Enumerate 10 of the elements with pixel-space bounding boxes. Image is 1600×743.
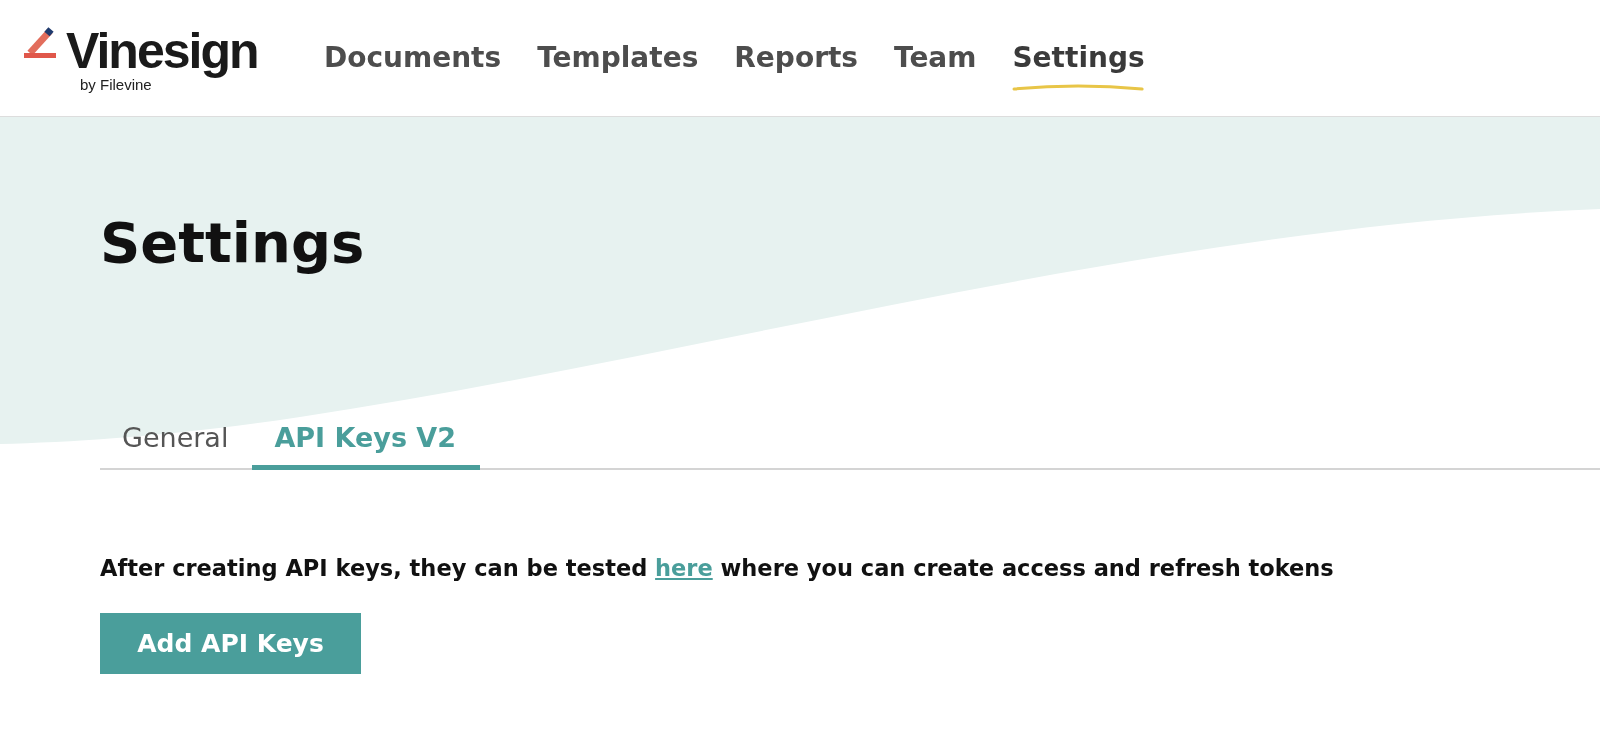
nav-link[interactable]: Reports — [734, 40, 858, 76]
nav-link[interactable]: Team — [894, 40, 977, 76]
page-title: Settings — [100, 209, 366, 277]
settings-tab[interactable]: General — [100, 414, 253, 470]
nav-link[interactable]: Documents — [324, 40, 502, 76]
intro-text: After creating API keys, they can be tested here where you can create access and refresh tokens — [100, 555, 1335, 581]
nav-link[interactable]: Settings — [1012, 40, 1145, 76]
logo-tagline: by Filevine — [80, 76, 152, 93]
logo-wordmark: Vinesign — [66, 26, 258, 76]
nav-link[interactable]: Templates — [537, 40, 699, 76]
